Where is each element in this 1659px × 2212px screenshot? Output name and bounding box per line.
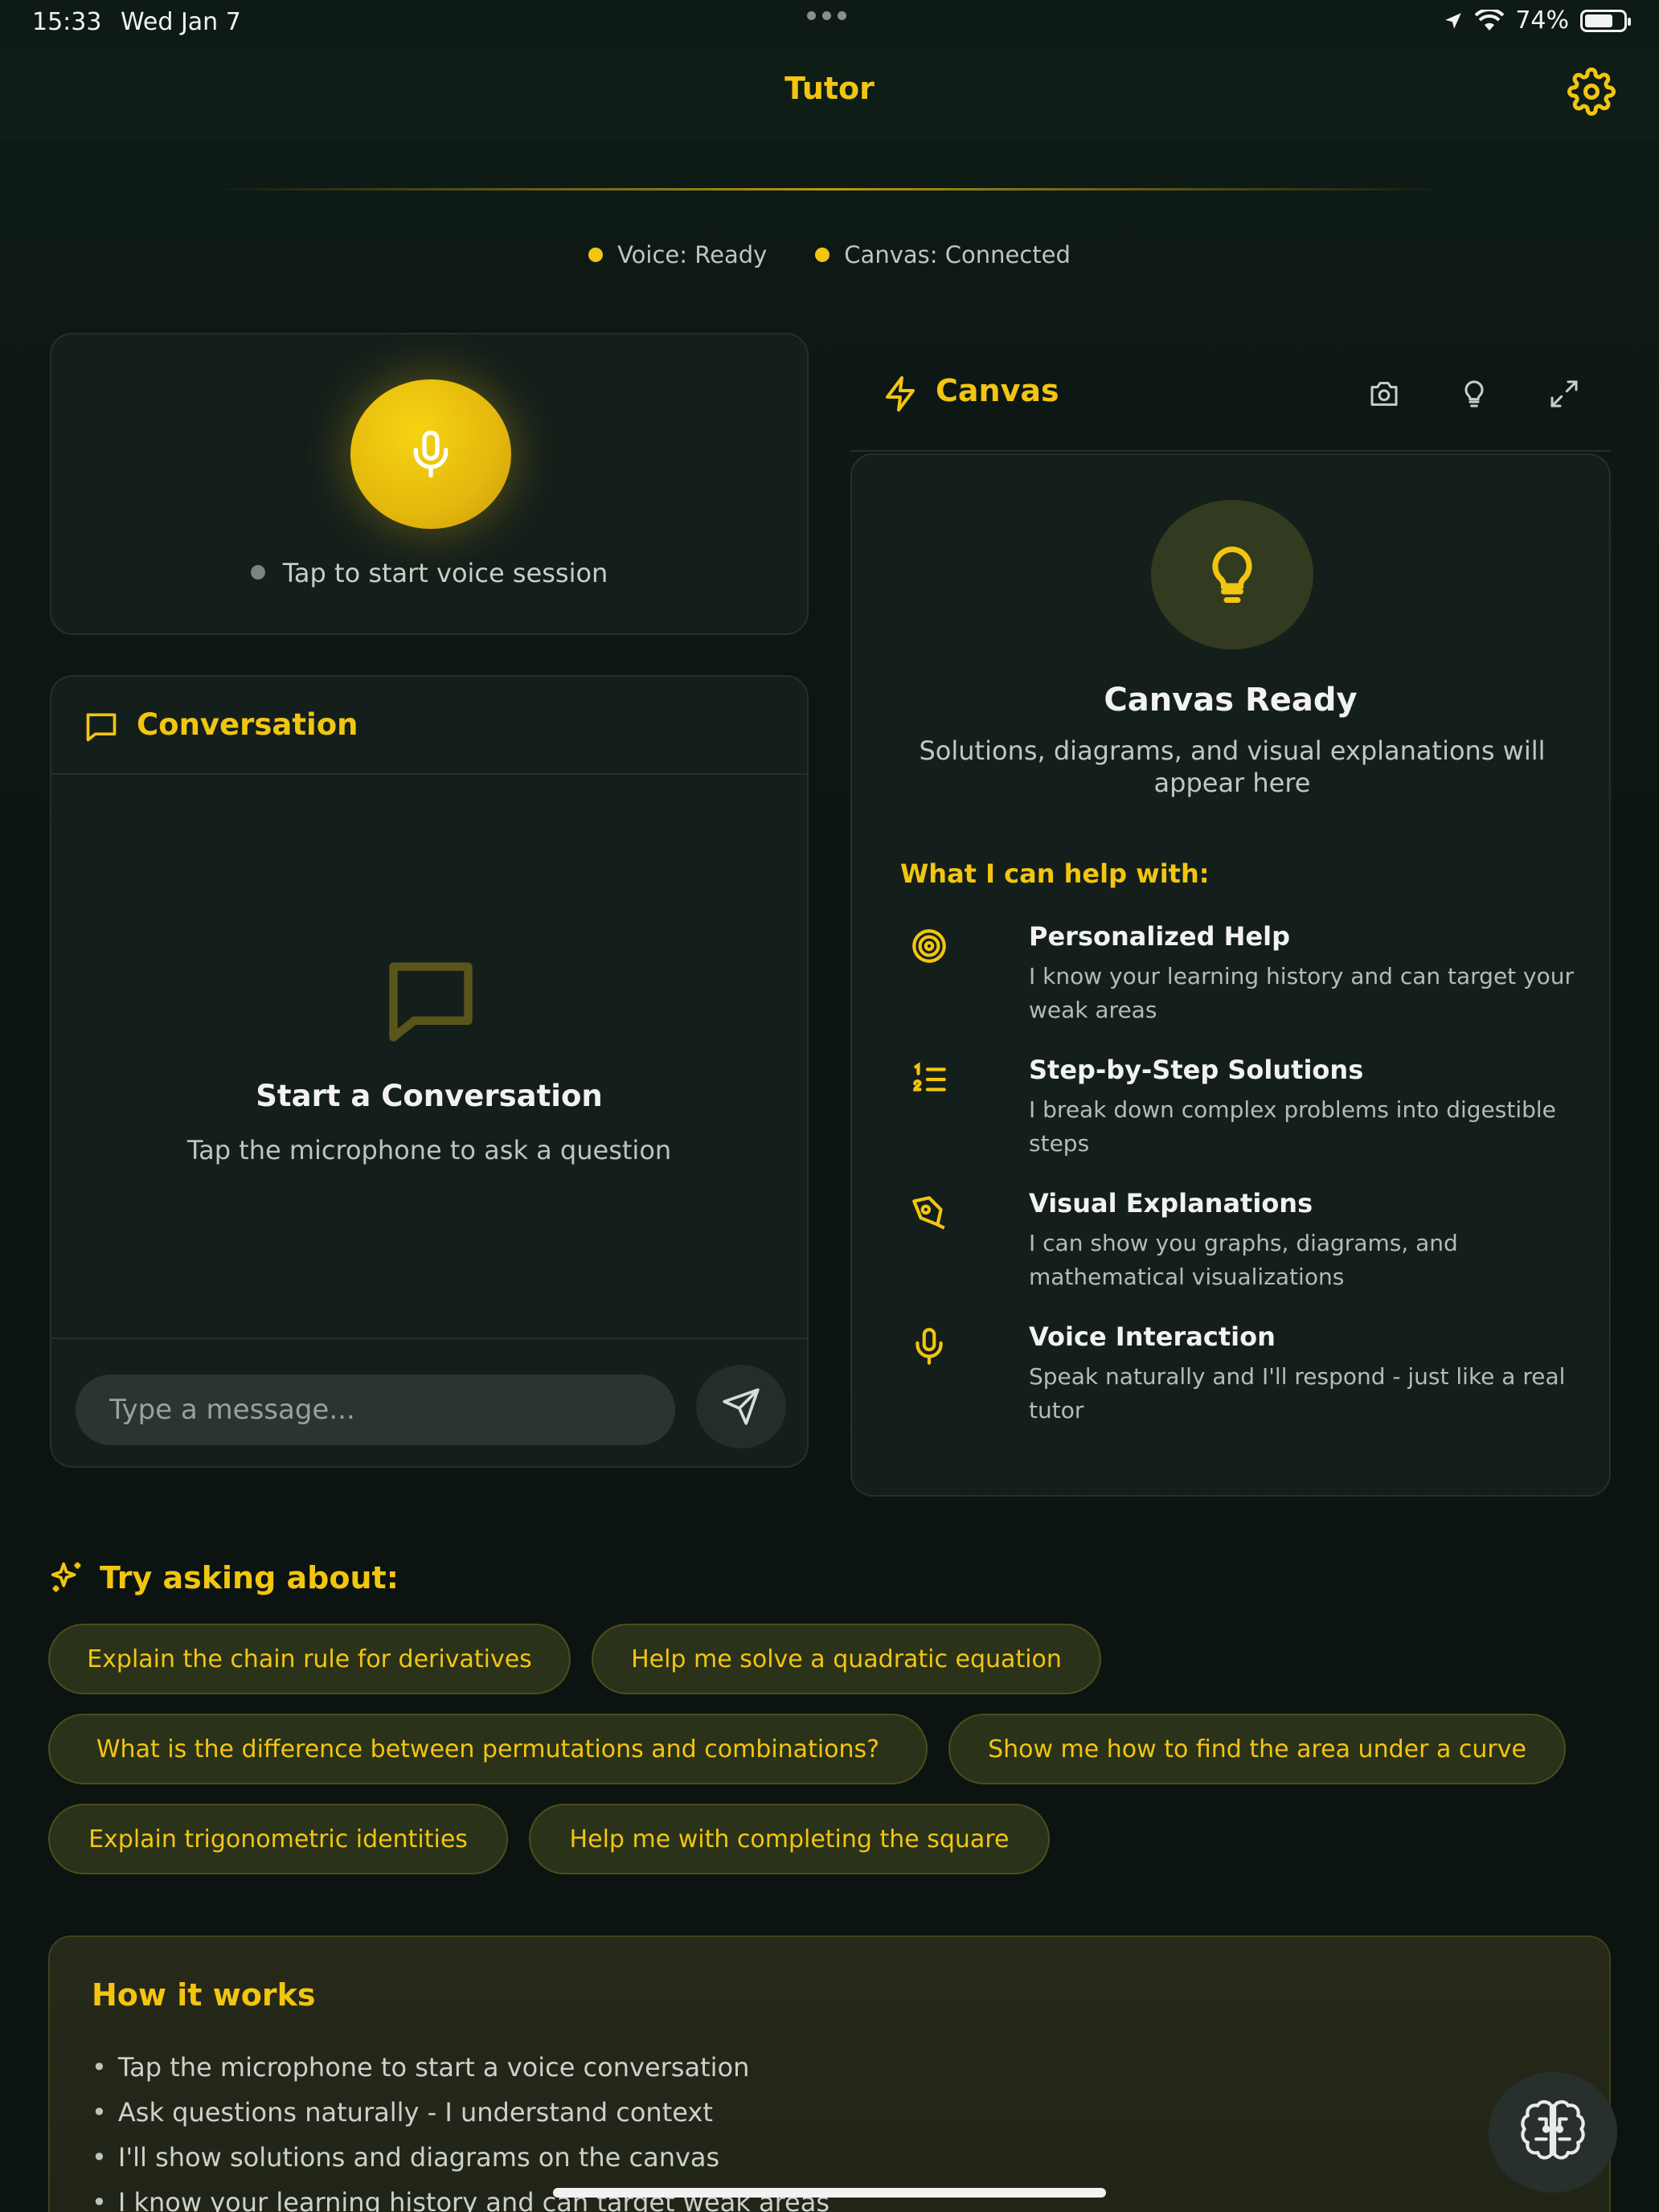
- list-item: Tap the microphone to start a voice conv…: [92, 2045, 830, 2090]
- expand-button[interactable]: [1545, 375, 1583, 413]
- status-bar: 15:33 Wed Jan 7 74%: [0, 0, 1659, 48]
- canvas-ready-badge: [1151, 500, 1313, 649]
- microphone-button[interactable]: [350, 379, 511, 529]
- list-numbered-icon: [908, 1059, 950, 1101]
- battery-percent: 74%: [1515, 6, 1569, 35]
- canvas-title: Canvas: [936, 373, 1059, 408]
- canvas-status-label: Canvas: Connected: [844, 241, 1071, 268]
- canvas-ready-title: Canvas Ready: [1104, 682, 1358, 719]
- empty-state-title: Start a Conversation: [256, 1079, 603, 1113]
- suggestion-chip[interactable]: Explain trigonometric identities: [48, 1804, 508, 1874]
- status-time: 15:33: [32, 8, 102, 36]
- expand-icon: [1550, 380, 1578, 408]
- message-input[interactable]: [76, 1374, 675, 1445]
- how-it-works-card: How it works Tap the microphone to start…: [48, 1936, 1611, 2212]
- wifi-icon: [1475, 9, 1505, 31]
- help-section-title: What I can help with:: [900, 858, 1210, 889]
- suggestion-chip[interactable]: What is the difference between permutati…: [48, 1714, 928, 1784]
- canvas-panel: Canvas Ready Solutions, diagrams, and vi…: [850, 453, 1611, 1497]
- lightbulb-icon: [1212, 546, 1252, 603]
- microphone-icon: [413, 430, 449, 478]
- app-header: Tutor: [0, 48, 1659, 138]
- pen-tool-icon: [908, 1193, 950, 1235]
- canvas-status-dot: [815, 248, 830, 262]
- status-date: Wed Jan 7: [121, 8, 241, 36]
- conversation-header: Conversation: [51, 677, 807, 775]
- canvas-header: Canvas: [850, 346, 1611, 452]
- send-button[interactable]: [696, 1365, 786, 1448]
- how-it-works-list: Tap the microphone to start a voice conv…: [92, 2045, 830, 2212]
- voice-panel: Tap to start voice session: [50, 333, 809, 635]
- hint-button[interactable]: [1455, 375, 1493, 413]
- screenshot-button[interactable]: [1365, 375, 1403, 413]
- microphone-icon: [908, 1326, 950, 1368]
- suggestion-chip[interactable]: Show me how to find the area under a cur…: [948, 1714, 1566, 1784]
- feature-name: Step-by-Step Solutions: [1029, 1055, 1364, 1085]
- voice-status-dot: [588, 248, 604, 262]
- message-composer: [51, 1337, 807, 1466]
- voice-hint: Tap to start voice session: [51, 558, 807, 588]
- brain-circuit-icon: [1521, 2099, 1585, 2160]
- ai-assistant-button[interactable]: [1489, 2072, 1617, 2193]
- canvas-status: Canvas: Connected: [815, 241, 1071, 268]
- list-item: I'll show solutions and diagrams on the …: [92, 2135, 830, 2180]
- feature-description: I break down complex problems into diges…: [1029, 1096, 1556, 1157]
- conversation-panel: Conversation Start a Conversation Tap th…: [50, 675, 809, 1468]
- suggestion-chip[interactable]: Explain the chain rule for derivatives: [48, 1624, 571, 1694]
- feature-name: Voice Interaction: [1029, 1321, 1276, 1352]
- page-title: Tutor: [784, 71, 875, 106]
- feature-description: Speak naturally and I'll respond - just …: [1029, 1363, 1566, 1423]
- suggestions-title: Try asking about:: [100, 1560, 399, 1596]
- home-indicator[interactable]: [553, 2188, 1106, 2198]
- target-icon: [908, 926, 950, 968]
- camera-icon: [1370, 382, 1398, 406]
- connection-status: Voice: Ready Canvas: Connected: [0, 241, 1659, 268]
- voice-hint-text: Tap to start voice session: [282, 558, 608, 588]
- location-arrow-icon: [1445, 12, 1462, 29]
- voice-status: Voice: Ready: [588, 241, 767, 268]
- status-indicators: 74%: [1443, 6, 1631, 35]
- feature-name: Visual Explanations: [1029, 1188, 1313, 1219]
- multitasking-dots-icon[interactable]: [807, 11, 846, 20]
- feature-name: Personalized Help: [1029, 921, 1291, 952]
- lightning-bolt-icon: [886, 376, 915, 412]
- feature-description: I know your learning history and can tar…: [1029, 963, 1575, 1023]
- suggestion-chip[interactable]: Help me with completing the square: [529, 1804, 1050, 1874]
- tutor-screen: 15:33 Wed Jan 7 74% Tutor Voice: Ready C…: [0, 0, 1659, 2212]
- voice-status-label: Voice: Ready: [617, 241, 768, 268]
- chat-bubble-icon: [86, 713, 117, 742]
- battery-icon: [1580, 9, 1631, 32]
- voice-idle-dot: [250, 565, 265, 580]
- suggestions-header: Try asking about:: [48, 1559, 399, 1596]
- settings-gear-icon[interactable]: [1567, 68, 1616, 116]
- chat-bubble-icon: [389, 962, 473, 1042]
- canvas-ready-subtitle: Solutions, diagrams, and visual explanat…: [919, 735, 1546, 798]
- empty-state-subtitle: Tap the microphone to ask a question: [186, 1135, 672, 1165]
- suggestion-chip[interactable]: Help me solve a quadratic equation: [592, 1624, 1101, 1694]
- header-divider: [209, 188, 1450, 190]
- send-icon: [723, 1388, 760, 1425]
- how-it-works-title: How it works: [92, 1977, 316, 2013]
- lightbulb-icon: [1464, 380, 1484, 408]
- feature-description: I can show you graphs, diagrams, and mat…: [1029, 1230, 1458, 1290]
- sparkles-icon: [51, 1562, 81, 1592]
- conversation-title: Conversation: [137, 707, 358, 742]
- list-item: Ask questions naturally - I understand c…: [92, 2090, 830, 2135]
